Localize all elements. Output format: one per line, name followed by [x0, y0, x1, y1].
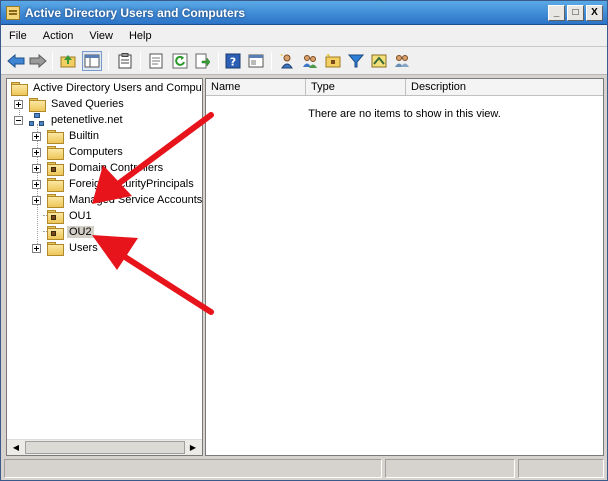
expand-icon[interactable] [32, 195, 41, 205]
tree-item-label[interactable]: OU1 [67, 210, 94, 222]
tree-item-label[interactable]: Computers [67, 146, 125, 158]
folder-icon [29, 97, 46, 112]
tree-root[interactable]: Active Directory Users and Comput [11, 80, 202, 96]
expand-icon[interactable] [32, 163, 41, 173]
tree-item-label[interactable]: Domain Controllers [67, 162, 165, 174]
scroll-thumb[interactable] [25, 441, 185, 454]
expand-icon[interactable] [32, 243, 41, 253]
tree-item-label[interactable]: Managed Service Accounts [67, 194, 202, 206]
tree-horizontal-scrollbar[interactable]: ◀ ▶ [7, 439, 202, 455]
app-icon[interactable] [6, 6, 20, 20]
help-icon[interactable]: ? [223, 51, 243, 71]
new-user-icon[interactable] [277, 51, 297, 71]
tree-item-foreign-security-principals[interactable]: ForeignSecurityPrincipals [32, 176, 196, 192]
column-header-row: Name Type Description [206, 79, 603, 96]
status-segment [385, 459, 515, 478]
console-root-icon [11, 81, 28, 96]
console-icon[interactable] [246, 51, 266, 71]
console-tree: Active Directory Users and Comput Saved … [6, 78, 203, 456]
refresh-icon[interactable] [170, 51, 190, 71]
tree-root-label[interactable]: Active Directory Users and Comput [31, 82, 202, 94]
filter-icon[interactable] [346, 51, 366, 71]
maximize-button[interactable]: □ [567, 5, 584, 21]
ou-icon [47, 209, 64, 224]
tree-item-ou2[interactable]: OU2 [47, 224, 94, 240]
title-bar[interactable]: Active Directory Users and Computers _ □… [1, 1, 607, 25]
toolbar-separator [140, 52, 141, 70]
tree-item-label[interactable]: petenetlive.net [49, 114, 125, 126]
tree-item-builtin[interactable]: Builtin [32, 128, 101, 144]
close-button[interactable]: X [586, 5, 603, 21]
menu-action[interactable]: Action [35, 26, 82, 46]
delegate-icon[interactable] [369, 51, 389, 71]
add-to-group-icon[interactable] [392, 51, 412, 71]
minimize-button[interactable]: _ [548, 5, 565, 21]
properties-icon[interactable] [146, 51, 166, 71]
expand-icon[interactable] [32, 147, 41, 157]
menu-help[interactable]: Help [121, 26, 160, 46]
scroll-left-icon[interactable]: ◀ [8, 440, 24, 455]
results-pane: Name Type Description There are no items… [205, 78, 604, 456]
export-icon[interactable] [193, 51, 213, 71]
folder-icon [47, 193, 64, 208]
collapse-icon[interactable] [14, 115, 23, 125]
folder-icon [47, 177, 64, 192]
forward-icon[interactable] [28, 51, 48, 71]
tree-item-managed-service-accounts[interactable]: Managed Service Accounts [32, 192, 202, 208]
menu-bar: File Action View Help [1, 25, 607, 47]
toolbar-separator [52, 52, 53, 70]
new-ou-icon[interactable] [323, 51, 343, 71]
tree-item-label[interactable]: ForeignSecurityPrincipals [67, 178, 196, 190]
back-icon[interactable] [6, 51, 26, 71]
column-type[interactable]: Type [306, 79, 406, 96]
tree-item-label[interactable]: OU2 [67, 226, 94, 238]
window-title: Active Directory Users and Computers [25, 6, 246, 20]
column-description[interactable]: Description [406, 79, 603, 96]
menu-view[interactable]: View [81, 26, 121, 46]
toolbar-separator [108, 52, 109, 70]
column-name[interactable]: Name [206, 79, 306, 96]
folder-icon [47, 241, 64, 256]
expand-icon[interactable] [14, 99, 23, 109]
empty-view-message: There are no items to show in this view. [308, 108, 501, 120]
up-level-icon[interactable] [58, 51, 78, 71]
tree-item-domain[interactable]: petenetlive.net [14, 112, 125, 128]
content-area: Active Directory Users and Comput Saved … [4, 76, 604, 456]
status-segment [4, 459, 382, 478]
domain-icon [29, 113, 45, 127]
clipboard-icon[interactable] [115, 51, 135, 71]
toolbar-separator [218, 52, 219, 70]
toolbar-separator [271, 52, 272, 70]
status-bar [4, 459, 604, 478]
folder-icon [47, 145, 64, 160]
expand-icon[interactable] [32, 179, 41, 189]
tree-item-domain-controllers[interactable]: Domain Controllers [32, 160, 165, 176]
app-window: Active Directory Users and Computers _ □… [0, 0, 608, 481]
status-segment [518, 459, 604, 478]
menu-file[interactable]: File [1, 26, 35, 46]
tree-item-label[interactable]: Saved Queries [49, 98, 126, 110]
expand-icon[interactable] [32, 131, 41, 141]
tree-item-users[interactable]: Users [32, 240, 100, 256]
window-controls: _ □ X [548, 5, 603, 21]
tree-item-ou1[interactable]: OU1 [47, 208, 94, 224]
tree-item-saved-queries[interactable]: Saved Queries [14, 96, 126, 112]
tree-item-label[interactable]: Builtin [67, 130, 101, 142]
svg-text:?: ? [230, 56, 236, 69]
tree-item-label[interactable]: Users [67, 242, 100, 254]
ou-icon [47, 225, 64, 240]
ou-icon [47, 161, 64, 176]
folder-icon [47, 129, 64, 144]
show-hide-tree-icon[interactable] [82, 51, 102, 71]
toolbar: ? [1, 47, 607, 75]
scroll-right-icon[interactable]: ▶ [185, 440, 201, 455]
new-group-icon[interactable] [300, 51, 320, 71]
tree-item-computers[interactable]: Computers [32, 144, 125, 160]
